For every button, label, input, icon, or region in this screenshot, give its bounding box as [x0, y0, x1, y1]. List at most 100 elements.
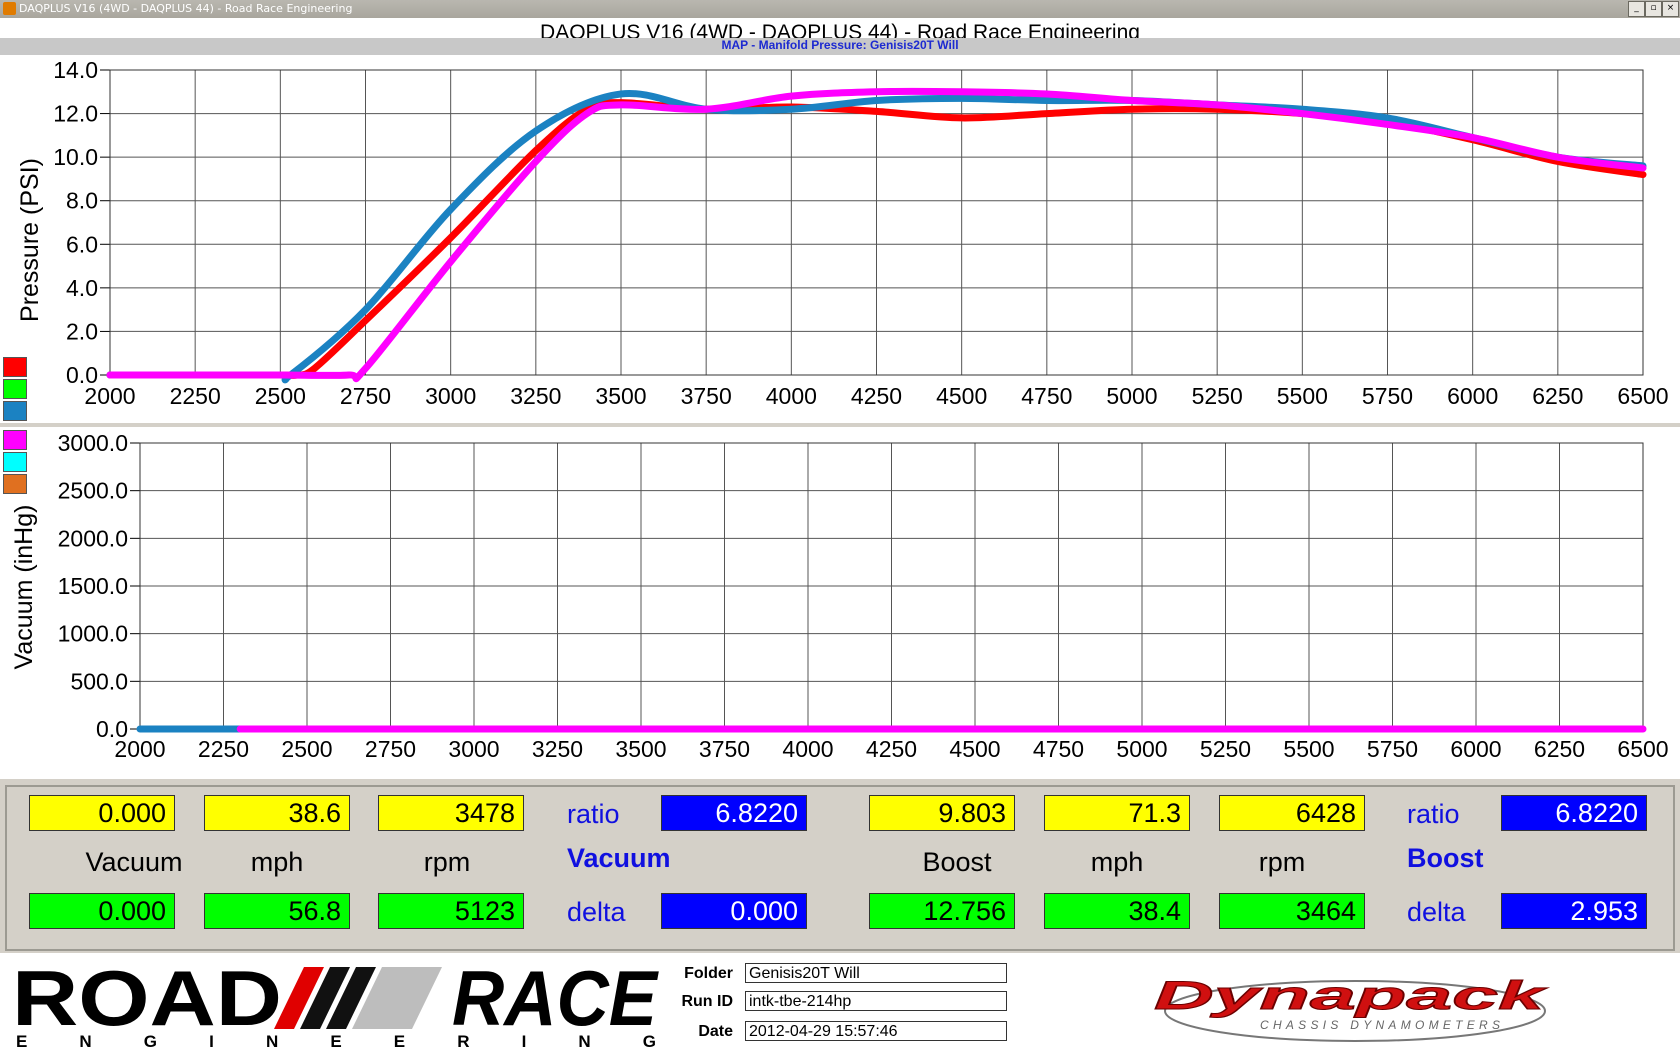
boost-ratio-value: 6.8220 [1501, 795, 1647, 831]
boost-value-2: 12.756 [869, 893, 1015, 929]
y-tick-label: 10.0 [53, 144, 98, 170]
y-tick-label: 4.0 [66, 275, 98, 301]
y-tick-label: 2000.0 [58, 525, 128, 551]
vacuum-mph-value-2: 56.8 [204, 893, 350, 929]
y-tick-label: 12.0 [53, 101, 98, 127]
boost-delta-label: delta [1407, 897, 1466, 927]
boost-section-label: Boost [1407, 843, 1484, 873]
date-field[interactable]: 2012-04-29 15:57:46 [745, 1021, 1007, 1041]
vacuum-delta-label: delta [567, 897, 626, 927]
logo-race-text: RACE [452, 963, 659, 1042]
vacuum-rpm-value: 3478 [378, 795, 524, 831]
legend-swatch-red[interactable] [3, 357, 27, 377]
minimize-button[interactable]: _ [1628, 1, 1645, 17]
legend-swatch-cyan[interactable] [3, 452, 27, 472]
y-tick-label: 0.0 [96, 716, 128, 742]
readouts-panel: 0.000 38.6 3478 ratio 6.8220 Vacuum mph … [5, 785, 1675, 951]
legend-swatch-orange[interactable] [3, 474, 27, 494]
y-tick-label: 0.0 [66, 362, 98, 388]
date-label: Date [698, 1023, 733, 1040]
legend-swatch-green[interactable] [3, 379, 27, 399]
vacuum-chart[interactable]: 2000 2250 2500 2750 3000 3250 3500 3750 4000 4250… [0, 427, 1680, 779]
chart-subtitle: MAP - Manifold Pressure: Genisis20T Will [721, 38, 959, 52]
rpm-label: rpm [423, 847, 471, 877]
x-tick-label: 6500 [1617, 383, 1668, 409]
y-tick-label: 3000.0 [58, 430, 128, 456]
close-button[interactable]: × [1662, 1, 1679, 17]
vacuum-rpm-value-2: 5123 [378, 893, 524, 929]
y-tick-label: 1500.0 [58, 573, 128, 599]
vacuum-section-label: Vacuum [567, 843, 671, 873]
boost-ratio-label: ratio [1407, 799, 1460, 829]
vacuum-delta-value: 0.000 [661, 893, 807, 929]
x-tick-label: 3750 [681, 383, 732, 409]
x-tick-label: 3250 [510, 383, 561, 409]
x-tick-label: 4750 [1033, 736, 1084, 762]
dynapack-sub: CHASSIS DYNAMOMETERS [1260, 1018, 1500, 1032]
pressure-chart[interactable]: 2000 2250 2500 2750 3000 3250 3500 3750 4000 4250… [0, 55, 1680, 423]
folder-field[interactable]: Genisis20T Will [745, 963, 1007, 983]
report-heading: DAQPLUS V16 (4WD - DAQPLUS 44) - Road Ra… [0, 18, 1680, 55]
boost-delta-value: 2.953 [1501, 893, 1647, 929]
window-title: DAQPLUS V16 (4WD - DAQPLUS 44) - Road Ra… [19, 2, 353, 15]
vacuum-value-2: 0.000 [29, 893, 175, 929]
boost-mph-value: 71.3 [1044, 795, 1190, 831]
x-tick-label: 5250 [1200, 736, 1251, 762]
restore-button[interactable]: ▫ [1645, 1, 1662, 17]
boost-mph-label: mph [1090, 847, 1144, 877]
x-tick-label: 5500 [1283, 736, 1334, 762]
vacuum-chart-panel: 2000 2250 2500 2750 3000 3250 3500 3750 4000 4250… [0, 427, 1680, 779]
mph-label: mph [250, 847, 304, 877]
x-tick-label: 4000 [782, 736, 833, 762]
dynapack-brand: Dynapack [1154, 974, 1548, 1018]
folder-label: Folder [684, 965, 733, 982]
pressure-chart-panel: 2000 2250 2500 2750 3000 3250 3500 3750 4000 4250… [0, 55, 1680, 423]
boost-value: 9.803 [869, 795, 1015, 831]
x-tick-label: 2500 [255, 383, 306, 409]
footer: ROAD RACE E N G I N E E R I N G Folder G… [0, 953, 1680, 1050]
x-tick-label: 6250 [1534, 736, 1585, 762]
x-tick-label: 5750 [1362, 383, 1413, 409]
x-tick-label: 2750 [340, 383, 391, 409]
x-tick-label: 4250 [866, 736, 917, 762]
x-tick-label: 2750 [365, 736, 416, 762]
y-tick-label: 14.0 [53, 57, 98, 83]
y-tick-label: 500.0 [70, 668, 128, 694]
boost-rpm-value: 6428 [1219, 795, 1365, 831]
runid-field[interactable]: intk-tbe-214hp [745, 991, 1007, 1011]
x-tick-label: 4500 [936, 383, 987, 409]
window-titlebar: DAQPLUS V16 (4WD - DAQPLUS 44) - Road Ra… [0, 0, 1680, 19]
app-icon [3, 2, 16, 15]
legend-swatch-magenta[interactable] [3, 430, 27, 450]
y-axis-label: Vacuum (inHg) [10, 505, 38, 670]
vacuum-ratio-value: 6.8220 [661, 795, 807, 831]
road-race-logo: ROAD RACE E N G I N E E R I N G [12, 963, 659, 1048]
y-tick-label: 2500.0 [58, 478, 128, 504]
x-tick-label: 6000 [1450, 736, 1501, 762]
y-tick-label: 8.0 [66, 188, 98, 214]
subtitle-bar: MAP - Manifold Pressure: Genisis20T Will [0, 38, 1680, 55]
x-tick-label: 4250 [851, 383, 902, 409]
dynapack-logo: Dynapack CHASSIS DYNAMOMETERS [1154, 974, 1548, 1042]
y-tick-label: 2.0 [66, 318, 98, 344]
y-tick-label: 6.0 [66, 231, 98, 257]
y-axis-label: Pressure (PSI) [16, 158, 44, 322]
x-tick-label: 6500 [1617, 736, 1668, 762]
vacuum-ratio-label: ratio [567, 799, 620, 829]
x-tick-label: 5250 [1192, 383, 1243, 409]
x-tick-label: 3000 [448, 736, 499, 762]
x-tick-label: 4500 [949, 736, 1000, 762]
logo-road-text: ROAD [12, 963, 282, 1042]
vacuum-mph-value: 38.6 [204, 795, 350, 831]
x-tick-label: 2250 [198, 736, 249, 762]
x-tick-label: 3250 [532, 736, 583, 762]
x-tick-label: 6000 [1447, 383, 1498, 409]
x-tick-label: 2250 [170, 383, 221, 409]
x-tick-label: 3750 [699, 736, 750, 762]
legend-swatch-blue[interactable] [3, 401, 27, 421]
y-tick-label: 1000.0 [58, 621, 128, 647]
boost-mph-value-2: 38.4 [1044, 893, 1190, 929]
x-tick-label: 5000 [1106, 383, 1157, 409]
boost-label: Boost [922, 847, 992, 877]
x-tick-label: 3000 [425, 383, 476, 409]
